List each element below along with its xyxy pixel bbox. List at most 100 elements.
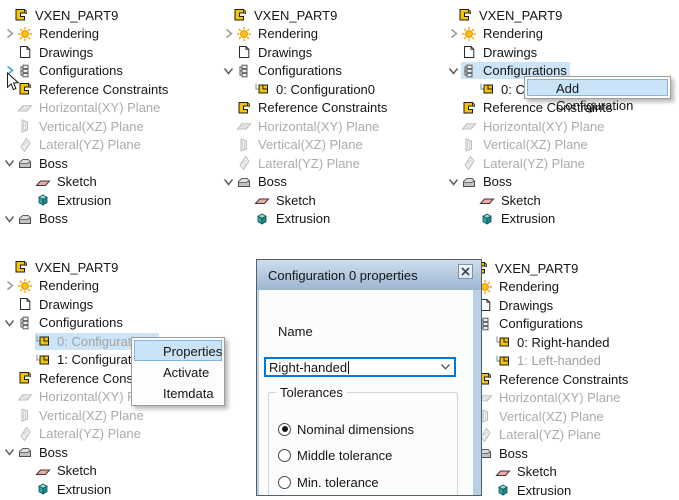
tree-item-configurations[interactable]: Configurations bbox=[2, 314, 171, 333]
tree-item-rendering[interactable]: Rendering bbox=[462, 278, 631, 297]
tree-item-drawings[interactable]: Drawings bbox=[2, 295, 171, 314]
tree-item-horizontal-xy-plane[interactable]: Horizontal(XY) Plane bbox=[2, 99, 171, 118]
menu-item-properties[interactable]: Properties bbox=[134, 340, 222, 361]
extrusion-icon bbox=[254, 211, 270, 227]
menu-item-activate[interactable]: Activate bbox=[134, 361, 222, 382]
row-content: Rendering bbox=[236, 25, 321, 42]
tree-item-boss[interactable]: Boss bbox=[221, 173, 390, 192]
chevron-right-icon[interactable] bbox=[2, 278, 17, 294]
tree-item-label: Rendering bbox=[480, 25, 546, 42]
dialog-close-button[interactable] bbox=[458, 264, 473, 279]
chevron-down-icon[interactable] bbox=[221, 174, 236, 190]
tree-item-vertical-xz-plane[interactable]: Vertical(XZ) Plane bbox=[221, 136, 390, 155]
tree-item-lateral-yz-plane[interactable]: Lateral(YZ) Plane bbox=[2, 136, 171, 155]
tree-item-label: VXEN_PART9 bbox=[476, 7, 565, 24]
tree-item-vertical-xz-plane[interactable]: Vertical(XZ) Plane bbox=[2, 406, 171, 425]
chevron-down-icon[interactable] bbox=[2, 315, 17, 331]
tree-item-vxen-part9[interactable]: VXEN_PART9 bbox=[2, 258, 171, 277]
tree-item-drawings[interactable]: Drawings bbox=[446, 43, 615, 62]
configuration-name-combobox[interactable]: Right-handed bbox=[264, 357, 456, 377]
tree-item-lateral-yz-plane[interactable]: Lateral(YZ) Plane bbox=[221, 154, 390, 173]
dialog-body: Name Right-handed Tolerances Nominal dim… bbox=[259, 290, 473, 495]
tree-item-drawings[interactable]: Drawings bbox=[221, 43, 390, 62]
tree-item-vxen-part9[interactable]: VXEN_PART9 bbox=[462, 259, 631, 278]
tree-item-extrusion[interactable]: Extrusion bbox=[462, 481, 631, 500]
menu-item-itemdata[interactable]: Itemdata bbox=[134, 382, 222, 403]
tree-item-drawings[interactable]: Drawings bbox=[462, 296, 631, 315]
tree-item-horizontal-xy-plane[interactable]: Horizontal(XY) Plane bbox=[462, 389, 631, 408]
tree-item-sketch[interactable]: Sketch bbox=[446, 191, 615, 210]
combobox-dropdown-button[interactable] bbox=[436, 363, 454, 371]
tree-item-vxen-part9[interactable]: VXEN_PART9 bbox=[2, 6, 171, 25]
tree-item-reference-constraints[interactable]: Reference Constraints bbox=[2, 80, 171, 99]
tree-item-label: Configurations bbox=[255, 62, 345, 79]
radio-nominal-dimensions[interactable]: Nominal dimensions bbox=[278, 421, 414, 437]
row-content: Vertical(XZ) Plane bbox=[17, 118, 147, 135]
tree-item-vxen-part9[interactable]: VXEN_PART9 bbox=[446, 6, 615, 25]
tree-item-configurations[interactable]: Configurations bbox=[462, 315, 631, 334]
tree-item-rendering[interactable]: Rendering bbox=[221, 25, 390, 44]
chevron-down-icon[interactable] bbox=[2, 211, 17, 227]
chevron-down-icon[interactable] bbox=[2, 444, 17, 460]
tree-item-label: VXEN_PART9 bbox=[32, 7, 121, 24]
row-content: Vertical(XZ) Plane bbox=[17, 407, 147, 424]
chevron-right-icon[interactable] bbox=[221, 26, 236, 42]
chevron-down-icon[interactable] bbox=[446, 174, 461, 190]
radio-middle-tolerance[interactable]: Middle tolerance bbox=[278, 447, 392, 463]
tree-item-extrusion[interactable]: Extrusion bbox=[221, 210, 390, 229]
tree-item-label: Lateral(YZ) Plane bbox=[496, 426, 604, 443]
tree-item-horizontal-xy-plane[interactable]: Horizontal(XY) Plane bbox=[446, 117, 615, 136]
tree-item-sketch[interactable]: Sketch bbox=[462, 463, 631, 482]
row-content: VXEN_PART9 bbox=[13, 7, 121, 24]
tree-item-label: Vertical(XZ) Plane bbox=[480, 136, 591, 153]
tree-item-horizontal-xy-plane[interactable]: Horizontal(XY) Plane bbox=[221, 117, 390, 136]
tree-item-0-configuration0[interactable]: 0: Configuration0 bbox=[221, 80, 390, 99]
tree-item-sketch[interactable]: Sketch bbox=[2, 173, 171, 192]
tree-item-boss[interactable]: Boss bbox=[2, 154, 171, 173]
row-content: Horizontal(XY) Plane bbox=[477, 389, 623, 406]
chevron-right-icon[interactable] bbox=[2, 26, 17, 42]
tree-item-configurations[interactable]: Configurations bbox=[221, 62, 390, 81]
radio-min-tolerance[interactable]: Min. tolerance bbox=[278, 474, 379, 490]
tree-item-label: Drawings bbox=[496, 297, 556, 314]
chevron-down-icon[interactable] bbox=[2, 155, 17, 171]
tree-item-extrusion[interactable]: Extrusion bbox=[2, 191, 171, 210]
combobox-value: Right-handed bbox=[269, 360, 347, 375]
tree-item-vertical-xz-plane[interactable]: Vertical(XZ) Plane bbox=[2, 117, 171, 136]
text-caret bbox=[348, 361, 349, 374]
tree-item-boss[interactable]: Boss bbox=[446, 173, 615, 192]
tree-item-sketch[interactable]: Sketch bbox=[221, 191, 390, 210]
tree-item-vertical-xz-plane[interactable]: Vertical(XZ) Plane bbox=[462, 407, 631, 426]
indent-spacer bbox=[221, 118, 236, 134]
tree-item-rendering[interactable]: Rendering bbox=[2, 25, 171, 44]
part-icon bbox=[13, 259, 29, 275]
tree-item-rendering[interactable]: Rendering bbox=[446, 25, 615, 44]
indent-spacer bbox=[2, 389, 17, 405]
chevron-right-icon[interactable] bbox=[446, 26, 461, 42]
chevron-down-icon[interactable] bbox=[221, 63, 236, 79]
radio-label: Min. tolerance bbox=[297, 475, 379, 490]
tree-item-0-right-handed[interactable]: 0: Right-handed bbox=[462, 333, 631, 352]
tree-item-sketch[interactable]: Sketch bbox=[2, 462, 171, 481]
tree-item-boss[interactable]: Boss bbox=[2, 443, 171, 462]
chevron-down-icon[interactable] bbox=[446, 63, 461, 79]
tree-item-lateral-yz-plane[interactable]: Lateral(YZ) Plane bbox=[446, 154, 615, 173]
tree-item-reference-constraints[interactable]: Reference Constraints bbox=[462, 370, 631, 389]
menu-item-add-configuration[interactable]: Add Configuration bbox=[527, 79, 668, 96]
indent-spacer bbox=[221, 81, 236, 97]
dialog-title-bar[interactable]: Configuration 0 properties bbox=[257, 260, 481, 290]
sketch-icon bbox=[35, 463, 51, 479]
tree-item-drawings[interactable]: Drawings bbox=[2, 43, 171, 62]
tree-item-vertical-xz-plane[interactable]: Vertical(XZ) Plane bbox=[446, 136, 615, 155]
tree-item-lateral-yz-plane[interactable]: Lateral(YZ) Plane bbox=[462, 426, 631, 445]
tree-item-vxen-part9[interactable]: VXEN_PART9 bbox=[221, 6, 390, 25]
tree-item-boss[interactable]: Boss bbox=[2, 210, 171, 229]
tree-item-1-left-handed[interactable]: 1: Left-handed bbox=[462, 352, 631, 371]
tree-item-lateral-yz-plane[interactable]: Lateral(YZ) Plane bbox=[2, 425, 171, 444]
indent-spacer bbox=[2, 463, 17, 479]
tree-item-reference-constraints[interactable]: Reference Constraints bbox=[221, 99, 390, 118]
tree-item-boss[interactable]: Boss bbox=[462, 444, 631, 463]
tree-item-extrusion[interactable]: Extrusion bbox=[446, 210, 615, 229]
tree-item-configurations[interactable]: Configurations bbox=[2, 62, 171, 81]
tree-item-rendering[interactable]: Rendering bbox=[2, 277, 171, 296]
